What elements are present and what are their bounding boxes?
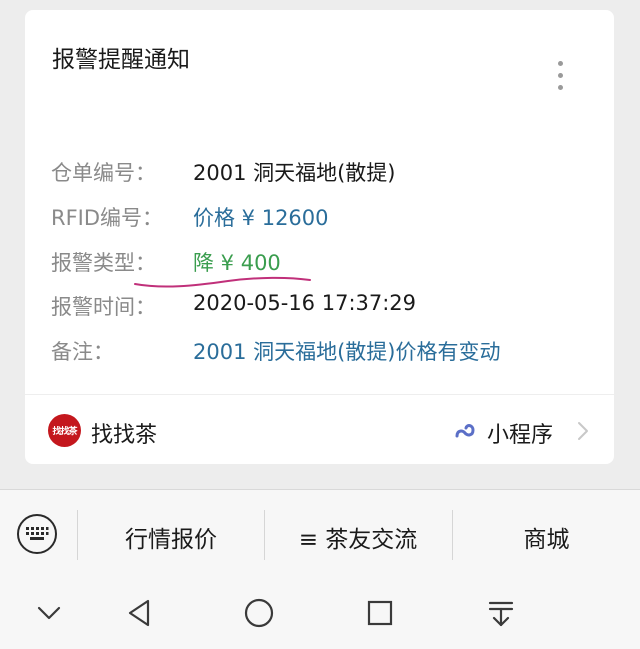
- brand-logo: 找找茶: [48, 414, 81, 447]
- hide-keyboard-icon[interactable]: [36, 604, 62, 622]
- row-value: 2001 洞天福地(散提): [193, 161, 396, 185]
- row-label: 报警时间：: [51, 295, 156, 319]
- row-value: 2020-05-16 17:37:29: [193, 291, 417, 315]
- more-options-icon[interactable]: [548, 50, 572, 100]
- mini-program-label[interactable]: 小程序: [487, 417, 553, 449]
- card-title: 报警提醒通知: [52, 47, 190, 73]
- handwritten-underline: [134, 276, 311, 288]
- row-label: 备注：: [51, 340, 114, 364]
- menu-item-market-quotes[interactable]: 行情报价: [78, 520, 264, 554]
- row-label: 仓单编号：: [51, 161, 156, 185]
- row-value: 2001 洞天福地(散提)价格有变动: [193, 340, 501, 364]
- menu-item-tea-community[interactable]: ≡ 茶友交流: [265, 520, 451, 554]
- chevron-right-icon[interactable]: [577, 421, 589, 441]
- home-icon[interactable]: [244, 598, 274, 628]
- system-navigation-bar: [0, 582, 640, 649]
- menu-item-shop[interactable]: 商城: [453, 520, 640, 554]
- chat-menu-bar: 行情报价 ≡ 茶友交流 商城: [0, 489, 640, 582]
- notification-pulldown-icon[interactable]: [488, 600, 514, 628]
- mini-program-icon: [455, 424, 475, 438]
- row-label: RFID编号：: [51, 206, 164, 230]
- brand-name[interactable]: 找找茶: [91, 417, 157, 449]
- recent-apps-icon[interactable]: [367, 600, 393, 626]
- card-divider: [25, 394, 614, 395]
- row-value: 价格 ¥ 12600: [193, 206, 329, 230]
- keyboard-icon[interactable]: [17, 514, 57, 554]
- back-icon[interactable]: [126, 598, 152, 628]
- notification-card[interactable]: 报警提醒通知 仓单编号： 2001 洞天福地(散提) RFID编号： 价格 ¥ …: [25, 10, 614, 464]
